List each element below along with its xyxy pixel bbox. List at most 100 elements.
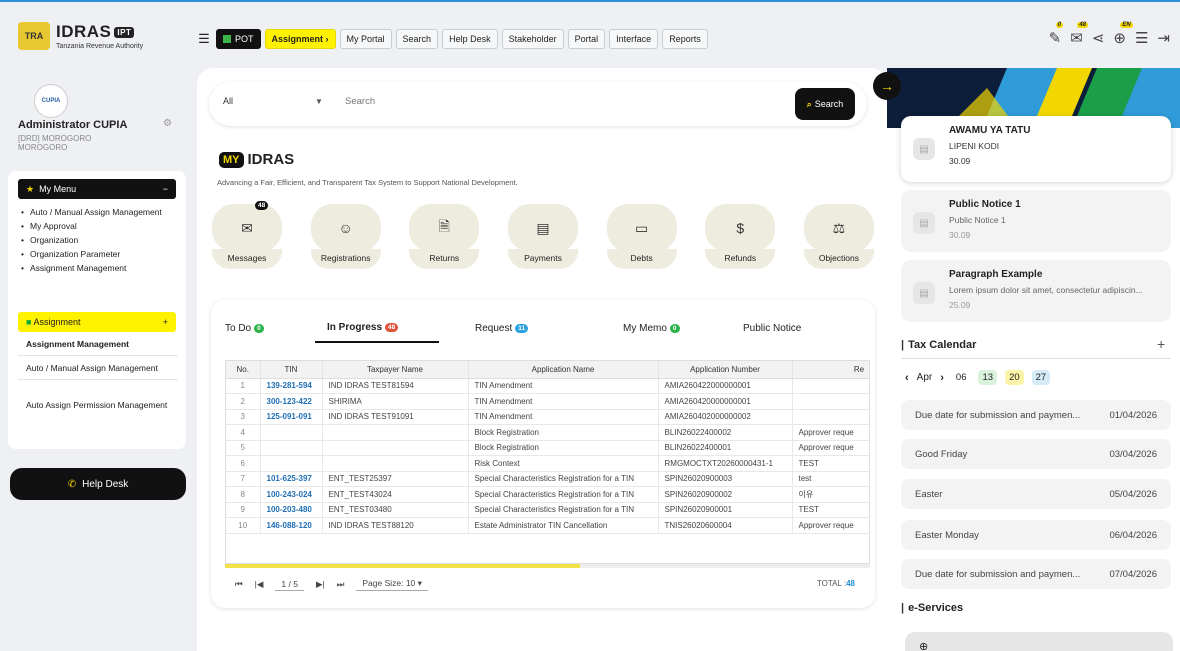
search-icon: ⌕ [806,98,812,109]
notice-card[interactable]: ▤ Public Notice 1 Public Notice 1 30.09 [901,190,1171,252]
tile-refunds[interactable]: $ Refunds [704,204,776,269]
assignment-menu-header[interactable]: ■ Assignment + [18,312,176,332]
chevron-left-icon[interactable]: ‹ [905,372,909,384]
tagline: Advancing a Fair, Efficient, and Transpa… [217,178,518,187]
search-scope-select[interactable]: All [223,96,233,106]
nav-help-desk[interactable]: Help Desk [442,29,498,49]
first-page-icon[interactable]: ⏮ [235,579,243,590]
pot-button[interactable]: POT [216,29,261,49]
brand-logo[interactable]: TRA IDRAS IPT Tanzania Revenue Authority [18,22,143,50]
envelope-icon: ✉ [212,204,282,252]
scrollbar-thumb[interactable] [225,564,580,568]
brand-name: IDRAS [56,22,112,41]
search-input[interactable] [345,96,705,107]
add-icon[interactable]: + [1157,336,1165,352]
table-row[interactable]: 3 125-091-091 IND IDRAS TEST91091 TIN Amend… [226,409,869,425]
calendar-event[interactable]: Easter 05/04/2026 [901,479,1171,509]
calendar-day[interactable]: 13 [978,370,998,385]
collapse-panel-arrow-icon[interactable]: → [873,72,901,100]
chevron-right-icon[interactable]: › [940,372,944,384]
language-icon[interactable]: ⊕ EN [1113,22,1133,47]
nav-reports[interactable]: Reports [662,29,708,49]
tile-debts[interactable]: ▭ Debts [606,204,678,269]
calendar-event[interactable]: Due date for submission and paymen... 07/… [901,559,1171,589]
nav-my-portal[interactable]: My Portal [339,29,392,49]
tab-public-notice[interactable]: Public Notice [703,322,801,343]
table-header: No. TIN Taxpayer Name Application Name A… [226,361,869,379]
search-button[interactable]: ⌕ Search [795,88,855,120]
table-row[interactable]: 6 Risk Context RMGMOCTXT20260000431-1 TEST [226,455,869,472]
tile-messages[interactable]: ✉ Messages 48 [211,201,283,269]
table-row[interactable]: 2 300-123-422 SHIRIMA TIN Amendment AMIA2604… [226,393,869,410]
my-menu-item[interactable]: Assignment Management [20,263,176,274]
my-menu-item[interactable]: My Approval [20,221,176,232]
tasks-icon[interactable]: ✎ 0 [1049,22,1063,47]
nav-search[interactable]: Search [395,29,439,49]
share-icon[interactable]: ⋖ [1092,29,1105,47]
avatar[interactable]: CUPIA [34,84,68,118]
table-row[interactable]: 1 139-281-594 IND IDRAS TEST81594 TIN Amend… [226,378,869,394]
collapse-icon[interactable]: − [163,184,168,194]
tile-returns[interactable]: 🗎 Returns [408,204,480,269]
table-row[interactable]: 7 101-625-397 ENT_TEST25397 Special Charact… [226,471,869,487]
my-menu-item[interactable]: Organization [20,235,176,246]
total-count: TOTAL :48 [816,579,855,588]
last-page-icon[interactable]: ⏭ [337,579,345,590]
notice-card[interactable]: ▤ AWAMU YA TATU LIPENI KODI 30.09 [901,116,1171,182]
calendar-day[interactable]: 20 [1005,370,1024,385]
expand-icon[interactable]: + [163,317,168,327]
hamburger-icon[interactable]: ☰ [196,29,212,49]
sidebar-item-assignment-management[interactable]: Assignment Management [18,334,178,356]
calendar-event[interactable]: Easter Monday 06/04/2026 [901,520,1171,550]
tab-request[interactable]: Request 11 [439,322,563,343]
pot-icon [223,35,231,43]
registration-icon: ☺ [310,204,381,252]
table-row[interactable]: 10 146-088-120 IND IDRAS TEST88120 Estate A… [226,517,869,534]
nav-portal[interactable]: Portal [567,29,606,49]
table-row[interactable]: 4 Block Registration BLIN26022400002 Approv… [226,424,869,441]
calendar-day[interactable]: 27 [1031,370,1051,385]
my-menu-item[interactable]: Auto / Manual Assign Management [20,207,176,218]
calendar-month: Apr [916,372,933,383]
table-row[interactable]: 9 100-203-480 ENT_TEST03480 Special Charact… [226,502,869,518]
user-name: Administrator CUPIA [18,119,128,131]
nav-interface[interactable]: Interface [609,29,659,49]
next-page-icon[interactable]: ▶| [316,579,325,590]
nav-assignment[interactable]: Assignment › [264,29,336,49]
calendar-event[interactable]: Good Friday 03/04/2026 [901,439,1171,469]
calendar-event[interactable]: Due date for submission and paymen... 01/… [901,400,1171,430]
my-menu-list: Auto / Manual Assign Management My Appro… [20,207,176,277]
logout-icon[interactable]: ⇥ [1157,29,1170,47]
refunds-icon: $ [705,204,776,252]
page-size-select[interactable]: Page Size: 10 ▾ [356,578,428,591]
sidebar-item-auto-assign-permission[interactable]: Auto Assign Permission Management [18,395,178,416]
tra-emblem-icon: TRA [18,22,50,50]
messages-badge: 48 [255,201,269,210]
gear-icon[interactable]: ⚙ [163,118,172,129]
tab-to-do[interactable]: To Do 0 [225,322,315,343]
my-menu-item[interactable]: Organization Parameter [20,249,176,260]
caret-down-icon[interactable]: ▼ [315,97,323,106]
my-menu-header[interactable]: ★ My Menu − [18,179,176,199]
calendar-day[interactable]: 06 [952,370,971,385]
tile-registrations[interactable]: ☺ Registrations [310,204,382,269]
notice-card[interactable]: ▤ Paragraph Example Lorem ipsum dolor si… [901,260,1171,322]
sidebar-item-auto-manual-assign[interactable]: Auto / Manual Assign Management [18,358,178,380]
tab-my-memo[interactable]: My Memo 0 [563,322,703,343]
tile-objections[interactable]: ⚖ Objections [803,204,875,269]
page-indicator: 1 / 5 [275,579,304,591]
table-row[interactable]: 8 100-243-024 ENT_TEST43024 Special Charact… [226,486,869,503]
horizontal-scrollbar[interactable] [225,564,870,568]
quick-tiles: ✉ Messages 48 ☺ Registrations 🗎 Returns ▤ Pay… [211,201,887,269]
e-service-card[interactable]: ⊕ [905,632,1173,651]
prev-page-icon[interactable]: |◀ [255,579,264,590]
mail-icon[interactable]: ✉ 48 [1070,22,1088,47]
phone-icon: ✆ [67,478,77,490]
returns-icon: 🗎 [409,204,480,252]
filter-settings-icon[interactable]: ☰ [1135,29,1148,47]
help-desk-button[interactable]: ✆ Help Desk [10,468,186,500]
tile-payments[interactable]: ▤ Payments [507,204,579,269]
table-row[interactable]: 5 Block Registration BLIN26022400001 Approv… [226,440,869,456]
nav-stakeholder[interactable]: Stakeholder [501,29,564,49]
tab-in-progress[interactable]: In Progress 48 [315,322,439,343]
